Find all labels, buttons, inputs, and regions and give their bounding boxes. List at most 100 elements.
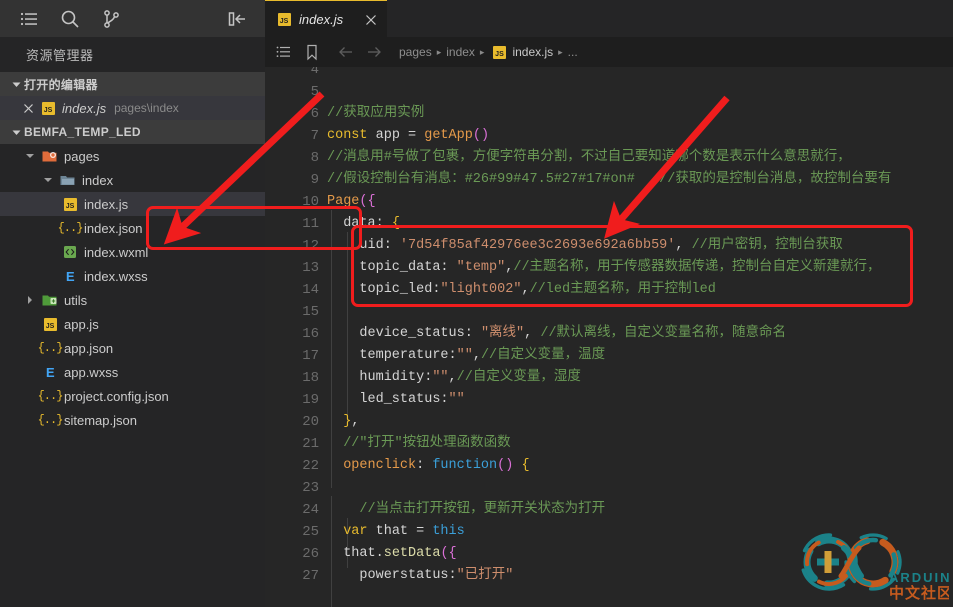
code-token: const [327,128,368,143]
tree-file-app-json[interactable]: {..} app.json [0,336,265,360]
code-token: "light002" [440,282,522,297]
code-token: : [440,260,457,275]
project-root-header[interactable]: BEMFA_TEMP_LED [0,120,265,144]
line-number: 27 [302,568,319,584]
code-line[interactable]: device_status: "离线", //默认离线，自定义变量名称，随意命名 [327,323,786,345]
code-token: getApp [424,128,473,143]
code-line[interactable]: temperature:"",//自定义变量，温度 [327,345,605,367]
code-line[interactable]: topic_data: "temp",//主题名称，用于传感器数据传递，控制台自… [327,257,880,279]
line-number: 16 [302,326,319,342]
activity-bar [0,0,265,37]
tree-label: index [82,172,114,188]
js-file-icon: JS [276,11,292,27]
line-number: 4 [310,67,319,78]
code-token: topic_data [327,260,441,275]
tree-label: pages [64,148,100,164]
bookmark-icon[interactable] [301,41,323,63]
breadcrumb-item-more[interactable]: ... [568,45,578,59]
chevron-down-icon [8,124,24,140]
breadcrumb-item-indexjs[interactable]: index.js [512,45,553,59]
code-token: //自定义变量，湿度 [456,370,581,385]
open-editors-header[interactable]: 打开的编辑器 [0,72,265,96]
code-line[interactable]: that.setData({ [327,543,456,565]
tree-file-sitemap-json[interactable]: {..} sitemap.json [0,408,265,432]
editor-tab-bar: JS index.js [265,0,953,37]
js-file-icon: JS [42,316,58,332]
code-line[interactable]: const app = getApp() [327,125,489,147]
collapse-sidebar-icon[interactable] [226,8,248,30]
code-token: , [472,348,481,363]
arduino-community-logo: ARDUINO 中文社区 [789,520,953,605]
tree-file-project-config-json[interactable]: {..} project.config.json [0,384,265,408]
code-token: //假设控制台有消息：#26#99#47.5#27#17#on# //获取的是控… [327,172,892,187]
open-editor-item-indexjs[interactable]: JS index.js pages\index [0,96,265,120]
tab-index-js[interactable]: JS index.js [265,0,387,37]
line-number: 15 [302,304,319,320]
close-icon[interactable] [20,100,36,116]
code-line[interactable]: //假设控制台有消息：#26#99#47.5#27#17#on# //获取的是控… [327,169,891,191]
line-number: 6 [310,106,319,122]
explorer-sidebar: 资源管理器 打开的编辑器 JS index.js pages\index BEM… [0,37,265,607]
explorer-title: 资源管理器 [26,48,94,63]
code-token: //用户密钥，控制台获取 [691,238,843,253]
tree-label: project.config.json [64,388,169,404]
tree-label: index.wxss [84,268,148,284]
tree-folder-utils[interactable]: utils [0,288,265,312]
code-token: powerstatus [327,568,449,583]
code-token: app [367,128,409,143]
open-editor-filepath: pages\index [114,101,179,115]
search-icon[interactable] [59,8,81,30]
tree-label: index.js [84,196,129,212]
source-control-icon[interactable] [100,8,122,30]
code-line[interactable]: uid: '7d54f85af42976ee3c2693e692a6bb59',… [327,235,843,257]
code-line[interactable]: openclick: function() { [327,455,529,477]
js-file-icon: JS [62,196,78,212]
code-line[interactable]: //消息用#号做了包裹，方便字符串分割，不过自己要知道哪个数是表示什么意思就行， [327,147,851,169]
breadcrumb-item-pages[interactable]: pages [399,45,432,59]
code-line[interactable]: //"打开"按钮处理函数函数 [327,433,510,455]
tab-close-icon[interactable] [363,12,378,27]
folder-open-icon [60,172,76,188]
code-line[interactable]: Page({ [327,191,376,213]
tab-label: index.js [299,11,344,27]
breadcrumb-separator: ▸ [436,46,442,57]
code-line[interactable]: led_status:"" [327,389,464,411]
code-line[interactable]: //当点击打开按钮，更新开关状态为打开 [327,499,605,521]
code-line[interactable]: powerstatus:"已打开" [327,565,513,587]
tree-file-index-js[interactable]: JS index.js [0,192,265,216]
line-number: 11 [302,216,319,232]
code-token: //获取应用实例 [327,106,425,121]
tree-file-index-json[interactable]: {..} index.json [0,216,265,240]
open-editors-label: 打开的编辑器 [24,77,98,92]
code-token: , [448,370,457,385]
folder-pages-icon [42,148,58,164]
code-line[interactable]: topic_led:"light002",//led主题名称，用于控制led [327,279,715,301]
code-token: this [432,524,465,539]
navigate-forward-icon[interactable] [363,41,385,63]
code-token: } [327,414,352,429]
code-line[interactable]: //获取应用实例 [327,103,424,125]
tree-folder-index[interactable]: index [0,168,265,192]
code-token: temperature [327,348,449,363]
tree-file-index-wxml[interactable]: index.wxml [0,240,265,264]
tree-label: utils [64,292,88,308]
code-token: that. [327,546,384,561]
tree-label: index.wxml [84,244,149,260]
vscode-window: 资源管理器 打开的编辑器 JS index.js pages\index BEM… [0,0,953,607]
code-line[interactable]: var that = this [327,521,465,543]
code-token: , [524,326,541,341]
tree-folder-pages[interactable]: pages [0,144,265,168]
code-line[interactable]: }, [327,411,359,433]
tree-file-index-wxss[interactable]: Ǝ index.wxss [0,264,265,288]
code-line[interactable]: humidity:"",//自定义变量，湿度 [327,367,581,389]
code-token: "" [432,370,449,385]
tree-file-app-wxss[interactable]: Ǝ app.wxss [0,360,265,384]
outline-icon[interactable] [273,41,295,63]
code-token: uid [327,238,384,253]
explorer-icon[interactable] [18,8,40,30]
code-line[interactable]: data: { [327,213,400,235]
line-number: 24 [302,502,319,518]
tree-file-app-js[interactable]: JS app.js [0,312,265,336]
breadcrumb-item-index[interactable]: index [446,45,475,59]
navigate-back-icon[interactable] [335,41,357,63]
